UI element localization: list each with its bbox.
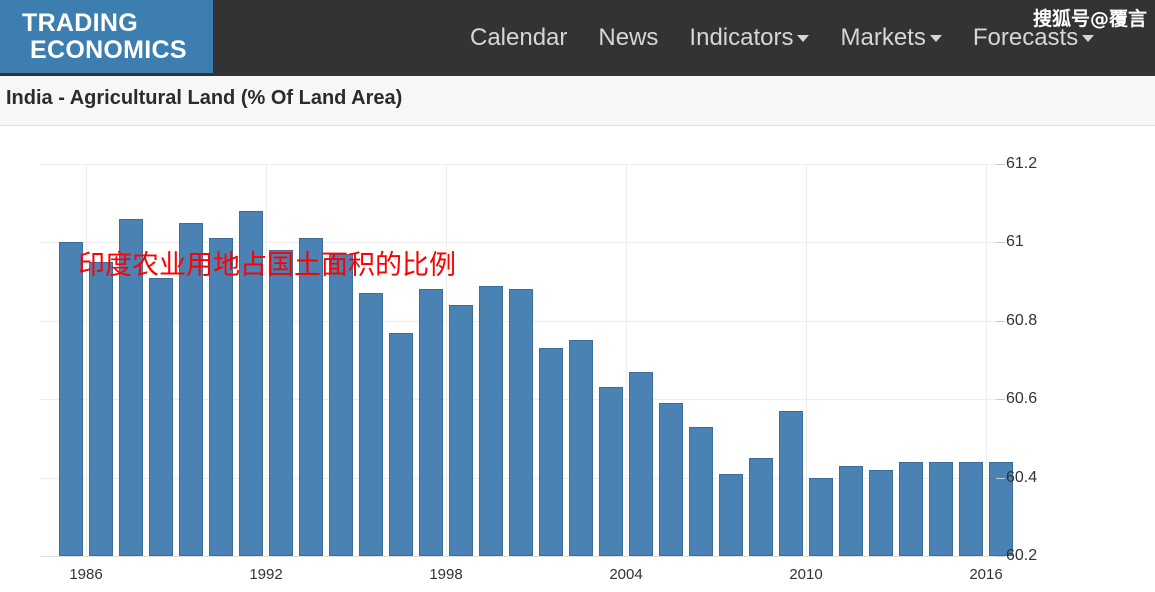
bar[interactable]	[689, 426, 713, 556]
chevron-down-icon	[929, 35, 942, 42]
bar[interactable]	[209, 238, 233, 556]
title-band: India - Agricultural Land (% Of Land Are…	[0, 76, 1155, 126]
bar[interactable]	[809, 477, 833, 556]
bar[interactable]	[869, 469, 893, 556]
chevron-down-icon	[797, 35, 810, 42]
site-header: TRADING ECONOMICS Calendar News Indicato…	[0, 0, 1155, 76]
bar-series	[40, 164, 1013, 556]
x-tick-label: 1998	[429, 566, 463, 583]
bar[interactable]	[539, 348, 563, 556]
x-tick-label: 2004	[609, 566, 643, 583]
y-tick-label: 60.6	[1006, 390, 1038, 408]
y-tick-mark	[996, 399, 1005, 401]
bar[interactable]	[569, 340, 593, 556]
page-title: India - Agricultural Land (% Of Land Are…	[6, 87, 403, 109]
y-tick-mark	[996, 164, 1005, 165]
bar[interactable]	[779, 410, 803, 556]
y-tick-mark	[996, 242, 1005, 244]
x-tick-label: 1986	[69, 566, 103, 583]
bar[interactable]	[659, 403, 683, 556]
nav-item-markets[interactable]: Markets	[840, 24, 942, 51]
main-navigation: Calendar News Indicators Markets Forecas…	[470, 0, 1095, 76]
bar[interactable]	[749, 458, 773, 556]
bar[interactable]	[719, 473, 743, 556]
y-tick-label: 61	[1006, 233, 1024, 251]
nav-label-news: News	[598, 24, 659, 51]
bar[interactable]	[899, 461, 923, 556]
bar[interactable]	[389, 332, 413, 556]
y-tick-label: 61.2	[1006, 155, 1038, 172]
bar[interactable]	[629, 371, 653, 556]
bar[interactable]	[329, 254, 353, 556]
plot-region	[40, 164, 1013, 557]
nav-item-news[interactable]: News	[598, 26, 658, 50]
nav-label-indicators: Indicators	[689, 24, 794, 51]
bar[interactable]	[479, 285, 503, 556]
x-tick-label: 1992	[249, 566, 283, 583]
x-tick-label: 2016	[969, 566, 1003, 583]
nav-label-markets: Markets	[840, 24, 926, 51]
nav-item-calendar[interactable]: Calendar	[470, 26, 567, 50]
brand-line-trading: TRADING	[22, 9, 138, 38]
chevron-down-icon	[1082, 35, 1095, 42]
y-tick-label: 60.8	[1006, 311, 1038, 329]
bar[interactable]	[299, 238, 323, 556]
bar[interactable]	[929, 461, 953, 556]
bar[interactable]	[839, 465, 863, 556]
bar[interactable]	[59, 242, 83, 556]
brand-line-economics: ECONOMICS	[30, 35, 187, 64]
y-tick-mark	[996, 320, 1005, 322]
bar[interactable]	[599, 387, 623, 556]
bar[interactable]	[419, 289, 443, 556]
y-tick-label: 60.2	[1006, 547, 1038, 564]
nav-label-calendar: Calendar	[470, 24, 568, 51]
y-tick-label: 60.4	[1006, 468, 1038, 486]
bar[interactable]	[959, 461, 983, 556]
bar[interactable]	[509, 289, 533, 556]
x-axis-baseline	[40, 556, 1000, 557]
chart-area: 印度农业用地占国土面积的比例 61.2 61 60.8 60.6 60.4 60.2 19…	[0, 126, 1155, 592]
bar[interactable]	[269, 250, 293, 556]
bar[interactable]	[359, 293, 383, 556]
watermark-text: 搜狐号@覆言	[1032, 8, 1147, 30]
chinese-annotation: 印度农业用地占国土面积的比例	[78, 250, 456, 281]
bar[interactable]	[149, 277, 173, 556]
y-tick-mark	[996, 477, 1005, 479]
y-tick-mark	[996, 556, 1005, 557]
bar[interactable]	[449, 305, 473, 556]
nav-item-indicators[interactable]: Indicators	[689, 24, 810, 51]
brand-logo[interactable]: TRADING ECONOMICS	[0, 0, 213, 73]
trading-economics-page: TRADING ECONOMICS Calendar News Indicato…	[0, 0, 1155, 592]
x-tick-label: 2010	[789, 566, 823, 583]
bar[interactable]	[89, 262, 113, 556]
